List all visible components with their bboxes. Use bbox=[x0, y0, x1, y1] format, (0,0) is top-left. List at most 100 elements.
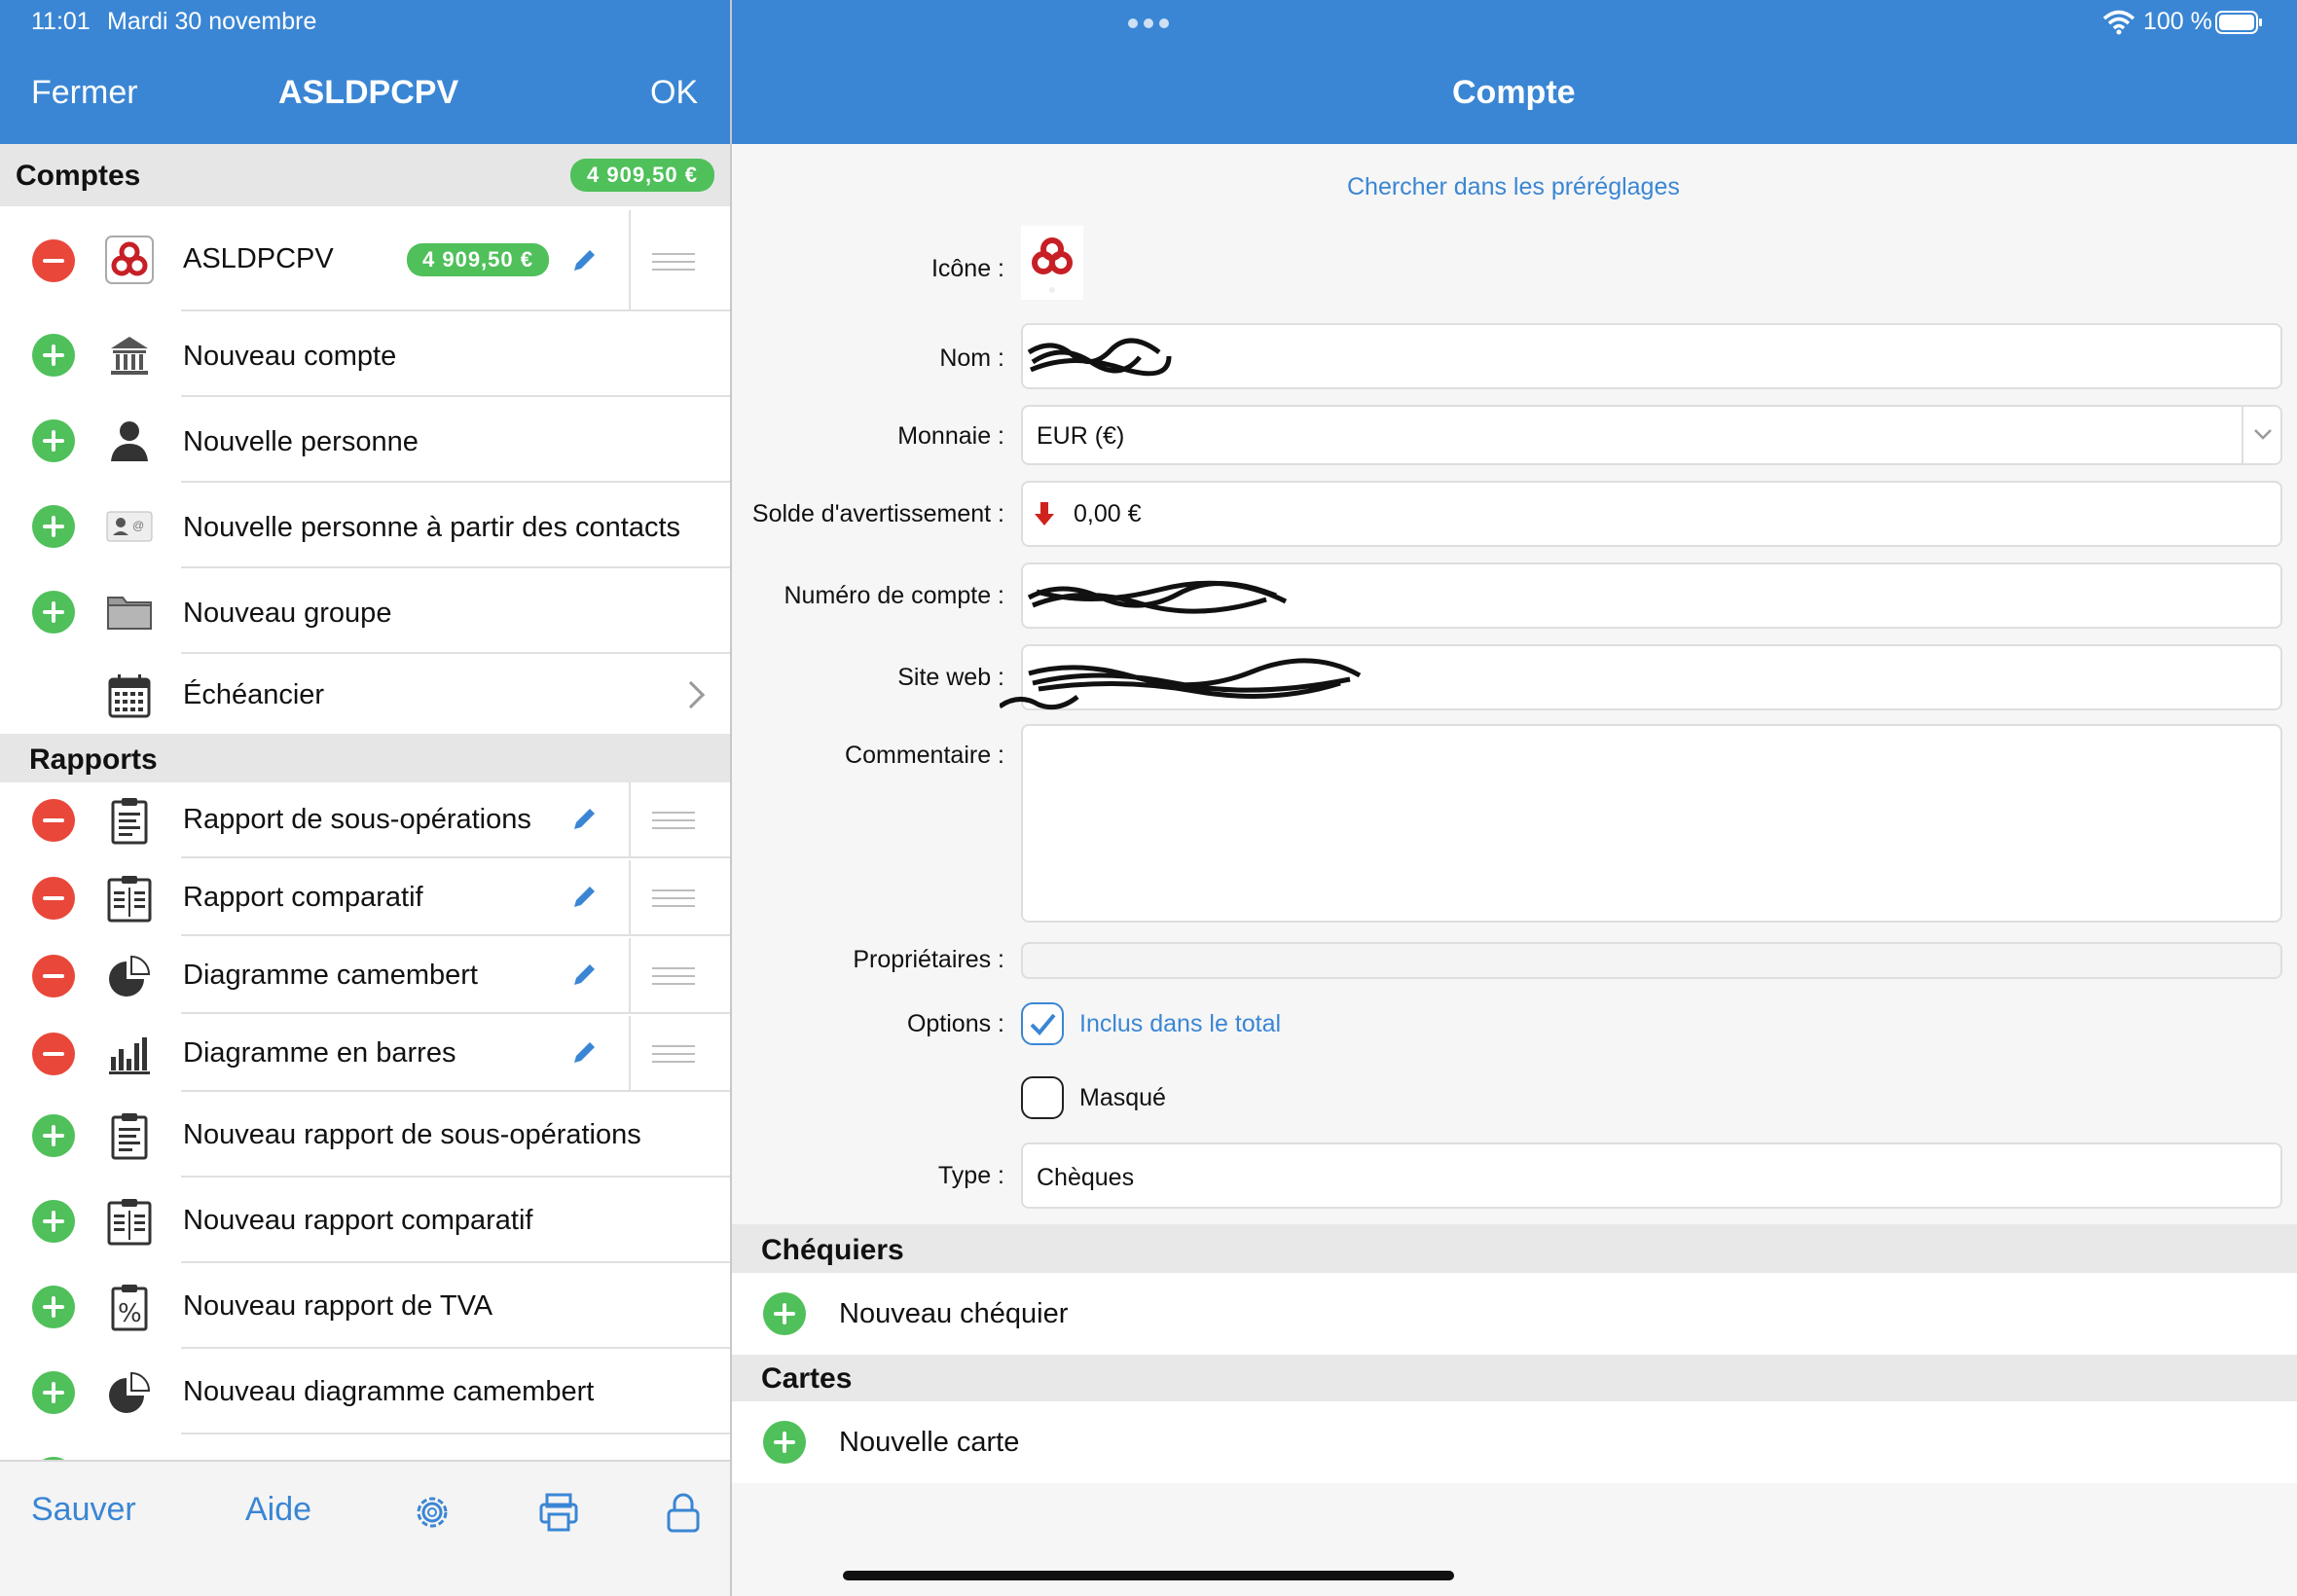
delete-report-button[interactable] bbox=[32, 1033, 75, 1075]
delete-report-button[interactable] bbox=[32, 955, 75, 998]
gear-icon[interactable] bbox=[411, 1491, 454, 1534]
accounts-total-badge: 4 909,50 € bbox=[570, 159, 714, 192]
preset-search-link[interactable]: Chercher dans les préréglages bbox=[1347, 173, 1680, 201]
list-item-new-pie-chart[interactable]: Nouveau diagramme camembert bbox=[0, 1351, 730, 1434]
folder-icon bbox=[105, 588, 154, 636]
list-item-label: Nouvelle personne bbox=[183, 426, 419, 457]
print-icon[interactable] bbox=[537, 1491, 580, 1534]
hidden-checkbox[interactable] bbox=[1021, 1076, 1064, 1119]
clipboard-compare-icon bbox=[105, 874, 154, 923]
currency-select[interactable]: EUR (€) bbox=[1021, 405, 2282, 465]
ok-button[interactable]: OK bbox=[650, 74, 698, 112]
add-button[interactable] bbox=[32, 505, 75, 548]
warning-balance-value: 0,00 € bbox=[1074, 500, 1142, 527]
comment-label: Commentaire : bbox=[845, 742, 1004, 769]
calendar-icon bbox=[105, 671, 154, 720]
add-button[interactable] bbox=[32, 1286, 75, 1328]
list-item-new-card[interactable]: Nouvelle carte bbox=[732, 1401, 2297, 1483]
status-time: 11:01 bbox=[31, 8, 91, 35]
currency-value: EUR (€) bbox=[1037, 422, 1125, 450]
reorder-handle-icon[interactable] bbox=[629, 860, 730, 936]
account-icon-picker[interactable] bbox=[1021, 226, 1083, 300]
multitasking-dots-icon[interactable] bbox=[1125, 14, 1174, 33]
report-row[interactable]: Diagramme camembert bbox=[0, 938, 730, 1014]
list-item-label: Nouvelle personne à partir des contacts bbox=[183, 512, 681, 543]
add-button[interactable] bbox=[32, 419, 75, 462]
list-item-new-vat-report[interactable]: % Nouveau rapport de TVA bbox=[0, 1265, 730, 1349]
lock-icon[interactable] bbox=[662, 1491, 705, 1534]
name-label: Nom : bbox=[939, 345, 1004, 372]
svg-text:@: @ bbox=[132, 519, 144, 532]
edit-pencil-icon[interactable] bbox=[566, 958, 602, 993]
list-item-scheduler[interactable]: Échéancier bbox=[0, 656, 730, 734]
list-item-label: Nouveau rapport de sous-opérations bbox=[183, 1119, 641, 1150]
owners-field[interactable] bbox=[1021, 942, 2282, 979]
edit-pencil-icon[interactable] bbox=[566, 243, 602, 278]
list-item-new-subop-report[interactable]: Nouveau rapport de sous-opérations bbox=[0, 1094, 730, 1178]
report-label: Diagramme en barres bbox=[183, 1037, 456, 1069]
list-item-new-comparative-report[interactable]: Nouveau rapport comparatif bbox=[0, 1179, 730, 1263]
list-item-label: Nouveau diagramme camembert bbox=[183, 1376, 595, 1407]
delete-account-button[interactable] bbox=[32, 239, 75, 282]
website-field[interactable] bbox=[1000, 644, 2282, 710]
list-item-new-person[interactable]: Nouvelle personne bbox=[0, 399, 730, 483]
report-row[interactable]: Diagramme en barres bbox=[0, 1016, 730, 1092]
list-item-label: Nouveau rapport de TVA bbox=[183, 1290, 493, 1322]
pie-chart-icon bbox=[105, 952, 154, 1000]
website-label: Site web : bbox=[897, 664, 1004, 691]
bar-chart-icon bbox=[105, 1030, 154, 1078]
add-button[interactable] bbox=[763, 1292, 806, 1335]
redacted-scribble bbox=[1027, 338, 1172, 377]
edit-pencil-icon[interactable] bbox=[566, 1035, 602, 1070]
list-item-new-person-from-contacts[interactable]: @ Nouvelle personne à partir des contact… bbox=[0, 485, 730, 568]
svg-text:%: % bbox=[118, 1299, 142, 1328]
report-label: Rapport comparatif bbox=[183, 882, 423, 913]
home-indicator[interactable] bbox=[843, 1571, 1454, 1580]
right-navigation-bar: 100 % Compte bbox=[732, 0, 2297, 144]
pie-chart-icon bbox=[105, 1368, 154, 1417]
reorder-handle-icon[interactable] bbox=[629, 782, 730, 858]
list-item-new-account[interactable]: Nouveau compte bbox=[0, 313, 730, 397]
list-item-new-group[interactable]: Nouveau groupe bbox=[0, 570, 730, 654]
owners-label: Propriétaires : bbox=[853, 946, 1004, 973]
battery-percent: 100 % bbox=[2143, 8, 2212, 35]
edit-pencil-icon[interactable] bbox=[566, 880, 602, 915]
warning-balance-field[interactable]: 0,00 € bbox=[1021, 481, 2282, 547]
edit-pencil-icon[interactable] bbox=[566, 802, 602, 837]
currency-label: Monnaie : bbox=[897, 422, 1004, 450]
add-button[interactable] bbox=[32, 1371, 75, 1414]
reorder-handle-icon[interactable] bbox=[629, 938, 730, 1014]
add-button[interactable] bbox=[32, 334, 75, 377]
report-row[interactable]: Rapport de sous-opérations bbox=[0, 782, 730, 858]
list-item-label: Nouveau groupe bbox=[183, 598, 392, 629]
comment-textarea[interactable] bbox=[1021, 724, 2282, 923]
type-field[interactable]: Chèques bbox=[1021, 1143, 2282, 1209]
list-item-label: Nouveau compte bbox=[183, 341, 397, 372]
list-item-partial[interactable] bbox=[0, 1436, 730, 1460]
account-number-field[interactable] bbox=[1021, 562, 2282, 629]
hidden-label[interactable]: Masqué bbox=[1079, 1084, 1166, 1112]
account-row[interactable]: ASLDPCPV 4 909,50 € bbox=[0, 210, 730, 311]
included-in-total-checkbox[interactable] bbox=[1021, 1002, 1064, 1045]
close-button[interactable]: Fermer bbox=[31, 74, 138, 112]
report-label: Rapport de sous-opérations bbox=[183, 804, 531, 835]
included-in-total-label[interactable]: Inclus dans le total bbox=[1079, 1010, 1281, 1038]
reports-section-title: Rapports bbox=[29, 744, 158, 776]
delete-report-button[interactable] bbox=[32, 799, 75, 842]
save-button[interactable]: Sauver bbox=[31, 1491, 136, 1529]
reorder-handle-icon[interactable] bbox=[629, 210, 730, 311]
chevron-down-icon[interactable] bbox=[2242, 407, 2280, 463]
add-button[interactable] bbox=[32, 1200, 75, 1243]
help-button[interactable]: Aide bbox=[245, 1491, 311, 1529]
report-label: Diagramme camembert bbox=[183, 960, 478, 991]
report-row[interactable]: Rapport comparatif bbox=[0, 860, 730, 936]
redacted-scribble bbox=[1027, 580, 1288, 614]
wifi-icon bbox=[2102, 10, 2135, 35]
add-button[interactable] bbox=[763, 1421, 806, 1464]
add-button[interactable] bbox=[32, 591, 75, 634]
delete-report-button[interactable] bbox=[32, 877, 75, 920]
reorder-handle-icon[interactable] bbox=[629, 1016, 730, 1092]
list-item-new-checkbook[interactable]: Nouveau chéquier bbox=[732, 1273, 2297, 1355]
add-button[interactable] bbox=[32, 1114, 75, 1157]
name-field[interactable] bbox=[1021, 323, 2282, 389]
